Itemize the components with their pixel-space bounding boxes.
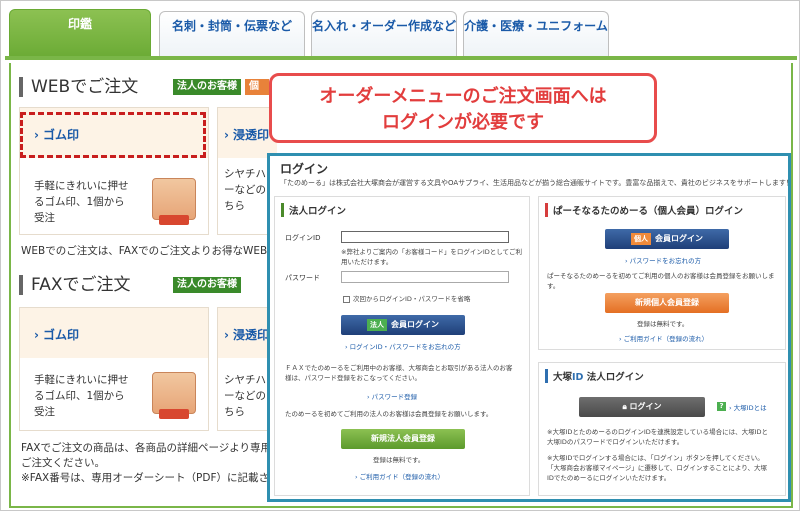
login-panel: ログイン 「たのめーる」は株式会社大塚商会が運営する文具やOAサプライ、生活用品… <box>267 153 791 502</box>
card-description: 手軽にきれいに押せ るゴム印、1個から 受注 <box>34 180 129 224</box>
personal-guide-link[interactable]: ご利用ガイド（登録の流れ） <box>619 333 709 343</box>
card-description: 手軽にきれいに押せ るゴム印、1個から 受注 <box>34 374 129 418</box>
personal-free-note: 登録は無料です。 <box>637 320 689 328</box>
login-id-input[interactable] <box>341 231 509 243</box>
otsuka-id-about-link[interactable]: 大塚IDとは <box>729 402 767 412</box>
otsuka-id-login-box: 大塚ID 法人ログイン 🔒︎ ログイン ? 大塚IDとは ※大塚IDとたのめーる… <box>538 362 786 496</box>
tab-business-cards[interactable]: 名刺・封筒・伝票など <box>159 11 305 57</box>
personal-login-box: ぱーそなるたのめーる（個人会員）ログイン 個人会員ログイン パスワードをお忘れの… <box>538 196 786 350</box>
highlight-dashed-box <box>20 112 206 158</box>
corporate-login-box: 法人ログイン ログインID ※弊社よりご案内の「お客様コード」をログインIDとし… <box>274 196 530 496</box>
fax-rubber-stamp-link[interactable]: ゴム印 <box>34 326 79 343</box>
stamp-image <box>152 178 196 225</box>
tab-care-medical[interactable]: 介護・医療・ユニフォーム <box>463 11 609 57</box>
login-title: ログイン <box>280 162 329 176</box>
corporate-login-label: 会員ログイン <box>391 320 439 329</box>
fax-card-rubber-stamp[interactable]: ゴム印 手軽にきれいに押せ るゴム印、1個から 受注 <box>19 307 209 431</box>
tab-underline <box>5 56 797 60</box>
remember-checkbox[interactable] <box>343 296 350 303</box>
personal-tag: 個人 <box>631 233 651 245</box>
corporate-register-button[interactable]: 新規法人会員登録 <box>341 429 465 449</box>
personal-badge: 個人 <box>245 79 269 95</box>
screenshot-frame: 印鑑 名刺・封筒・伝票など 名入れ・オーダー作成など 介護・医療・ユニフォーム … <box>0 0 800 511</box>
corporate-login-heading: 法人ログイン <box>281 203 346 217</box>
login-required-callout: オーダーメニューのご注文画面へは ログインが必要です <box>269 73 657 143</box>
forgot-id-password-link[interactable]: ログインID・パスワードをお忘れの方 <box>345 341 461 351</box>
tab-custom-order[interactable]: 名入れ・オーダー作成など <box>311 11 457 57</box>
otsuka-note-1: ※大塚IDとたのめーるのログインIDを連携設定している場合には、大塚IDと 大塚… <box>547 428 769 446</box>
otsuka-id-heading: 大塚ID 法人ログイン <box>545 369 644 383</box>
help-icon: ? <box>717 402 726 411</box>
first-time-note: たのめーるを初めてご利用の法人のお客様は会員登録をお願いします。 <box>285 410 493 418</box>
card-description: シヤチハ ーなどの ちら <box>224 374 266 418</box>
web-order-title: WEBでご注文 <box>19 77 138 97</box>
penetration-stamp-link[interactable]: 浸透印 <box>224 126 269 143</box>
lock-icon: 🔒︎ <box>622 402 630 411</box>
fax-corporate-badge: 法人のお客様 <box>173 277 241 293</box>
fax-customer-note: ＦＡＸでたのめーるをご利用中のお客様、大塚商会とお取引がある法人のお客 様は、パ… <box>285 364 513 382</box>
personal-login-label: 会員ログイン <box>655 234 703 243</box>
otsuka-note-2: ※大塚IDでログインする場合には、「ログイン」ボタンを押してください。 「大塚商… <box>547 454 767 482</box>
otsuka-login-button[interactable]: 🔒︎ ログイン <box>579 397 705 417</box>
web-price-note: WEBでのご注文は、FAXでのご注文よりお得なWEB価 <box>21 245 269 257</box>
personal-forgot-link[interactable]: パスワードをお忘れの方 <box>625 255 702 265</box>
password-label: パスワード <box>285 274 320 282</box>
password-input[interactable] <box>341 271 509 283</box>
tab-inkan[interactable]: 印鑑 <box>9 9 151 59</box>
personal-login-heading: ぱーそなるたのめーる（個人会員）ログイン <box>545 203 743 217</box>
login-intro: 「たのめーる」は株式会社大塚商会が運営する文具やOAサプライ、生活用品などが揃う… <box>280 179 791 187</box>
personal-register-button[interactable]: 新規個人会員登録 <box>605 293 729 313</box>
corporate-login-button[interactable]: 法人 会員ログイン <box>341 315 465 335</box>
stamp-image <box>152 372 196 419</box>
card-description: シヤチハ ーなどの ちら <box>224 168 266 212</box>
remember-label: 次回からログインID・パスワードを省略 <box>353 295 471 303</box>
fax-note: FAXでご注文の商品は、各商品の詳細ページより専用オ ご注文ください。 ※FAX… <box>21 442 269 484</box>
password-register-link[interactable]: パスワード登録 <box>367 391 418 401</box>
login-id-label: ログインID <box>285 234 321 242</box>
corporate-tag: 法人 <box>367 319 387 331</box>
free-note: 登録は無料です。 <box>373 456 425 464</box>
login-id-note: ※弊社よりご案内の「お客様コード」をログインIDとしてご利 用いただけます。 <box>341 248 523 266</box>
corporate-badge: 法人のお客様 <box>173 79 241 95</box>
personal-first-time-note: ぱーそなるたのめーるを初めてご利用の個人のお客様は会員登録をお願いします。 <box>547 272 775 290</box>
corporate-guide-link[interactable]: ご利用ガイド（登録の流れ） <box>355 471 445 481</box>
fax-penetration-stamp-link[interactable]: 浸透印 <box>224 326 269 343</box>
fax-order-title: FAXでご注文 <box>19 275 131 295</box>
personal-login-button[interactable]: 個人 会員ログイン <box>605 229 729 249</box>
